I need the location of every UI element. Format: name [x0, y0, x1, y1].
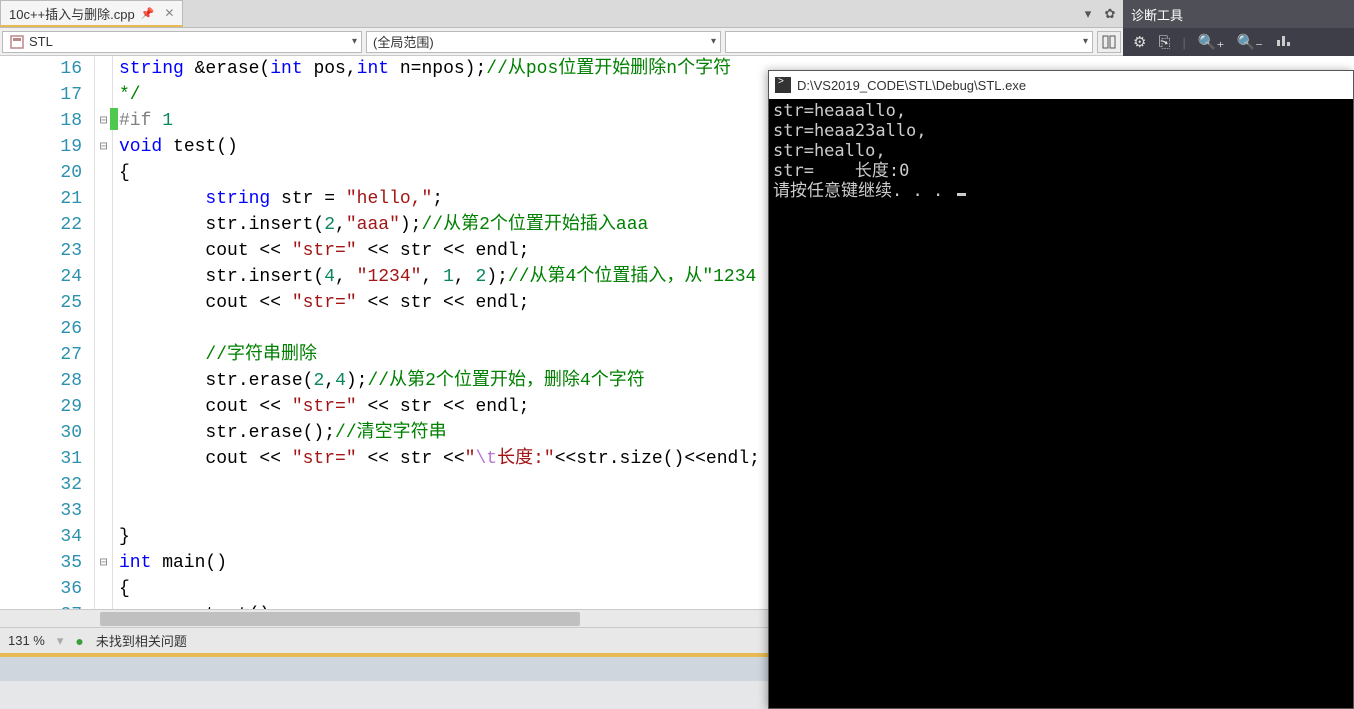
file-tab[interactable]: 10c++插入与删除.cpp 📌 ✕: [0, 0, 183, 27]
change-marker: [110, 108, 118, 130]
status-text: 未找到相关问题: [96, 631, 187, 650]
diagnostic-panel-title: 诊断工具: [1131, 5, 1183, 24]
chevron-down-icon: ▾: [711, 36, 716, 47]
chevron-down-icon: ▾: [352, 36, 357, 47]
check-icon: ●: [75, 633, 83, 649]
scope-1-label: STL: [29, 34, 53, 49]
scope-2-label: (全局范围): [373, 32, 434, 51]
scope-dropdown-2[interactable]: (全局范围) ▾: [366, 31, 721, 53]
line-number-gutter: 1617181920212223242526272829303132333435…: [0, 56, 95, 609]
tab-filename: 10c++插入与删除.cpp: [9, 4, 135, 23]
export-icon[interactable]: ⎘: [1158, 34, 1170, 51]
console-titlebar[interactable]: D:\VS2019_CODE\STL\Debug\STL.exe: [769, 71, 1353, 99]
scrollbar-thumb[interactable]: [100, 612, 580, 626]
zoom-out-icon[interactable]: 🔍₋: [1236, 33, 1263, 51]
project-icon: [9, 34, 25, 50]
chart-icon[interactable]: [1275, 32, 1291, 52]
diagnostic-toolbar: ⚙ ⎘ | 🔍₊ 🔍₋: [1123, 28, 1354, 56]
console-title: D:\VS2019_CODE\STL\Debug\STL.exe: [797, 78, 1026, 93]
scope-dropdown-3[interactable]: ▾: [725, 31, 1093, 53]
console-window[interactable]: D:\VS2019_CODE\STL\Debug\STL.exe str=hea…: [768, 70, 1354, 709]
scope-dropdown-1[interactable]: STL ▾: [2, 31, 362, 53]
pin-icon[interactable]: 📌: [141, 7, 155, 20]
chevron-down-icon: ▾: [1083, 36, 1088, 47]
split-icon[interactable]: [1097, 31, 1121, 53]
zoom-in-icon[interactable]: 🔍₊: [1198, 33, 1225, 51]
tab-close-icon[interactable]: ✕: [164, 6, 174, 20]
diagnostic-panel-header: 诊断工具: [1123, 0, 1354, 28]
console-output: str=heaaallo,str=heaa23allo,str=heallo,s…: [769, 99, 1353, 708]
settings-gear-icon[interactable]: ⚙: [1133, 33, 1146, 51]
zoom-level[interactable]: 131 %: [8, 633, 45, 648]
console-icon: [775, 77, 791, 93]
dropdown-icon[interactable]: ▾: [1079, 5, 1097, 23]
fold-column[interactable]: ⊟⊟⊟: [95, 56, 113, 609]
gear-icon[interactable]: ✿: [1101, 5, 1119, 23]
